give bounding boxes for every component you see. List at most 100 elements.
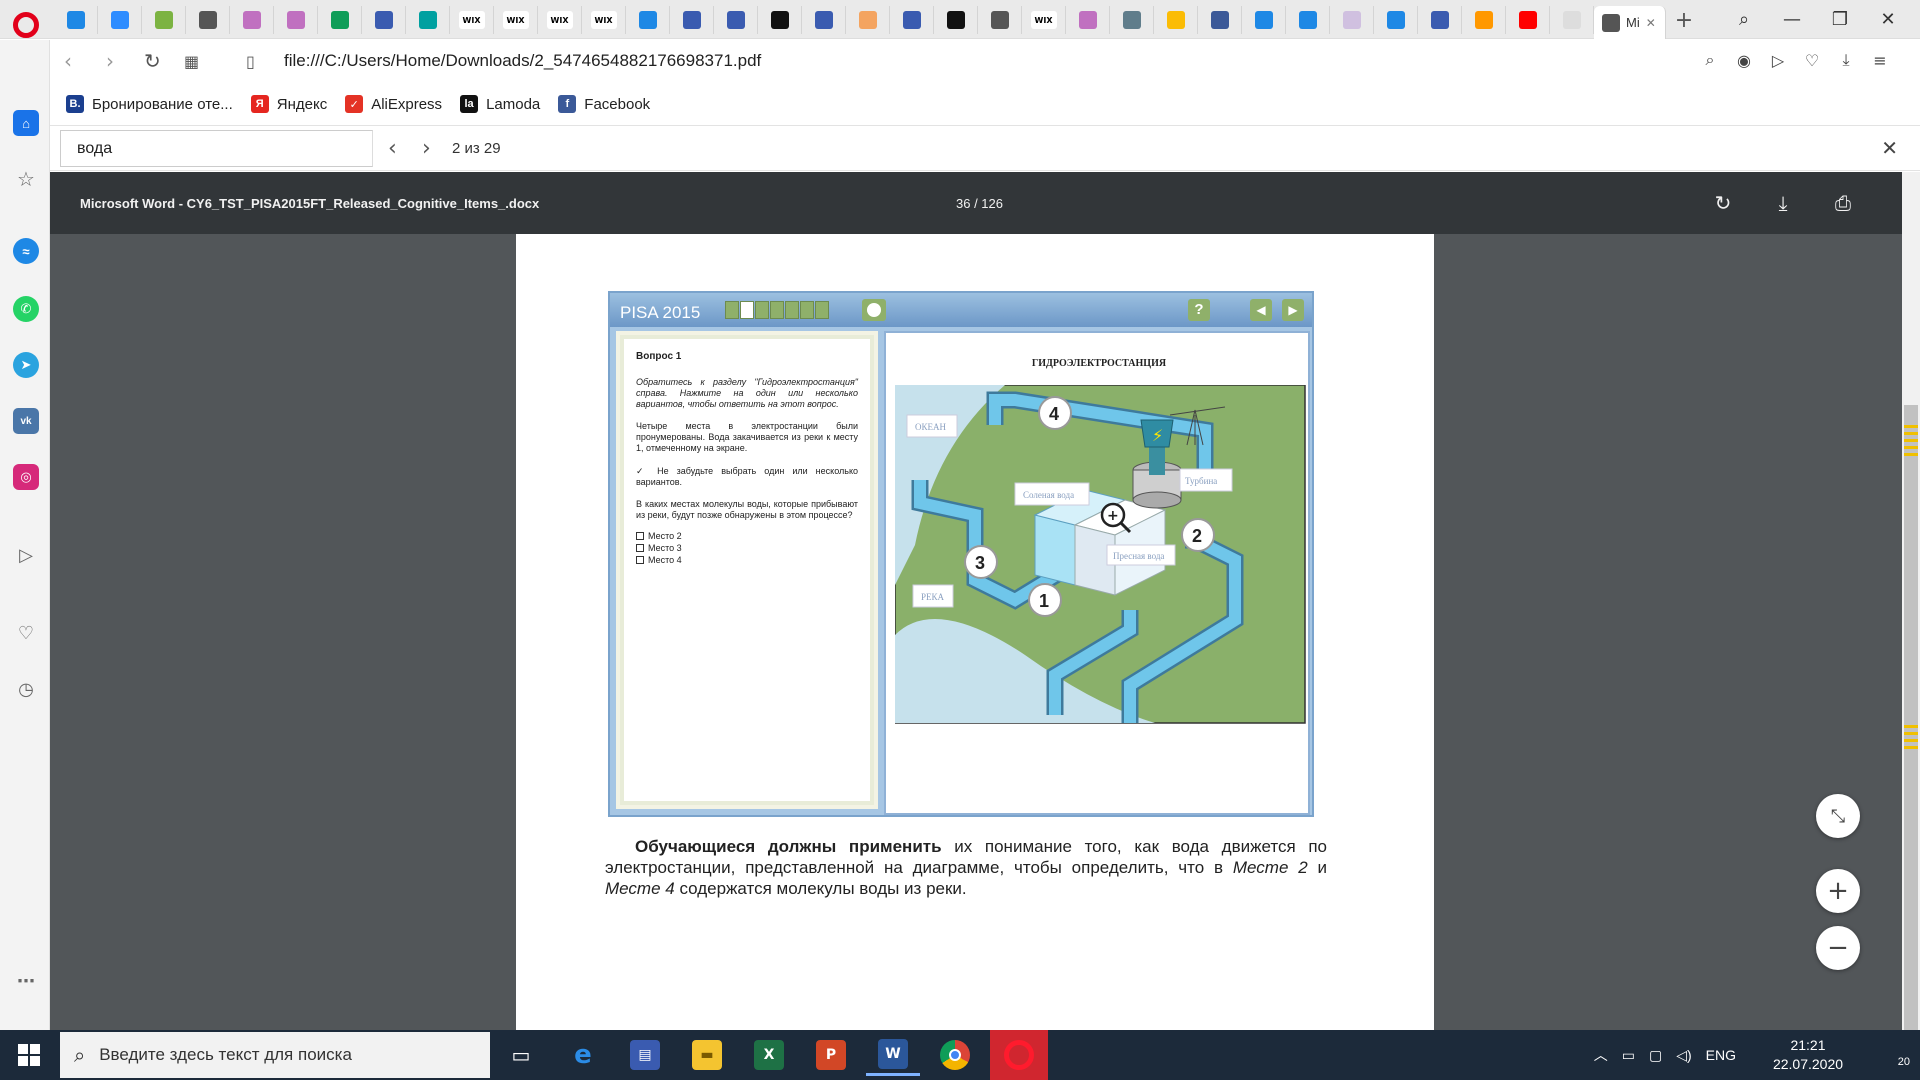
zoom-in-button[interactable]: + — [1816, 869, 1860, 913]
taskbar-app[interactable]: X — [742, 1034, 796, 1076]
browser-tab[interactable]: ✕ — [98, 6, 142, 34]
browser-tab[interactable]: ✕ — [406, 6, 450, 34]
network-icon[interactable]: ▢ — [1649, 1047, 1662, 1064]
new-tab-button[interactable]: + — [1666, 8, 1702, 33]
browser-tab[interactable]: ✕ — [186, 6, 230, 34]
messenger-icon[interactable]: ≈ — [13, 238, 39, 264]
browser-tab[interactable]: WIX✕ — [582, 6, 626, 34]
checkbox[interactable] — [636, 555, 644, 564]
browser-tab[interactable]: ✕ — [978, 6, 1022, 34]
taskbar-search[interactable]: ⌕ Введите здесь текст для поиска — [60, 1032, 490, 1078]
scrollbar-thumb[interactable] — [1904, 405, 1918, 1030]
browser-tab[interactable]: ✕ — [934, 6, 978, 34]
bookmark-item[interactable]: f Facebook — [558, 95, 650, 113]
forward-icon[interactable]: › — [106, 49, 114, 73]
browser-tab[interactable]: ✕ — [1110, 6, 1154, 34]
menu-icon[interactable]: ≡ — [1870, 50, 1890, 70]
telegram-icon[interactable]: ➤ — [13, 352, 39, 378]
more-icon[interactable]: ⋯ — [13, 968, 39, 994]
next-arrow-icon[interactable]: ▶ — [1282, 299, 1304, 321]
taskbar-app[interactable]: ▤ — [618, 1034, 672, 1076]
bookmark-item[interactable]: ✓ AliExpress — [345, 95, 442, 113]
browser-tab[interactable]: ✕ — [274, 6, 318, 34]
share-icon[interactable]: ▷ — [1768, 50, 1788, 70]
find-prev-icon[interactable]: ‹ — [388, 136, 397, 161]
print-icon[interactable]: ⎙ — [1830, 190, 1856, 216]
browser-tab[interactable]: ✕ — [1198, 6, 1242, 34]
find-input[interactable] — [60, 130, 373, 167]
taskbar-app[interactable]: ▬ — [680, 1034, 734, 1076]
heart-icon[interactable]: ♡ — [13, 620, 39, 646]
download-icon[interactable]: ⤓ — [1836, 50, 1856, 70]
browser-tab[interactable]: ✕ — [1506, 6, 1550, 34]
star-icon[interactable]: ☆ — [13, 166, 39, 192]
speed-dial-icon[interactable]: ▦ — [184, 52, 199, 71]
windows-start-button[interactable] — [0, 1030, 58, 1080]
prev-arrow-icon[interactable]: ◀ — [1250, 299, 1272, 321]
minimize-button[interactable]: — — [1768, 9, 1816, 30]
taskbar-app-active[interactable] — [990, 1030, 1048, 1080]
browser-tab[interactable]: ✕ — [1154, 6, 1198, 34]
browser-tab[interactable]: ✕ — [1418, 6, 1462, 34]
option-place-2[interactable]: Место 2 — [636, 531, 858, 542]
browser-tab[interactable]: ✕ — [1550, 6, 1594, 34]
find-next-icon[interactable]: › — [422, 136, 431, 161]
back-icon[interactable]: ‹ — [64, 49, 72, 73]
close-window-button[interactable]: ✕ — [1864, 9, 1912, 30]
checkbox[interactable] — [636, 532, 644, 541]
browser-tab[interactable]: ✕ — [1330, 6, 1374, 34]
search-icon[interactable]: ⌕ — [1700, 50, 1720, 70]
browser-tab[interactable]: WIX✕ — [1022, 6, 1066, 34]
find-close-icon[interactable]: ✕ — [1881, 136, 1898, 160]
taskbar-app[interactable]: W — [866, 1034, 920, 1076]
option-place-3[interactable]: Место 3 — [636, 543, 858, 554]
browser-tab[interactable]: ✕ — [758, 6, 802, 34]
option-place-4[interactable]: Место 4 — [636, 555, 858, 566]
browser-tab[interactable]: ✕ — [846, 6, 890, 34]
opera-menu-button[interactable] — [13, 12, 39, 38]
volume-icon[interactable]: ◁) — [1676, 1047, 1691, 1064]
browser-tab[interactable]: ✕ — [890, 6, 934, 34]
send-icon[interactable]: ▷ — [13, 542, 39, 568]
url-field[interactable]: file:///C:/Users/Home/Downloads/2_547465… — [284, 51, 761, 71]
browser-tab[interactable]: WIX✕ — [494, 6, 538, 34]
browser-tab[interactable]: ✕ — [802, 6, 846, 34]
history-icon[interactable]: ◷ — [13, 676, 39, 702]
browser-tab[interactable]: ✕ — [1066, 6, 1110, 34]
close-tab-icon[interactable]: ✕ — [1646, 16, 1656, 30]
reload-icon[interactable]: ↻ — [144, 49, 161, 73]
vk-icon[interactable]: vk — [13, 408, 39, 434]
camera-icon[interactable]: ◉ — [1734, 50, 1754, 70]
bookmark-item[interactable]: Я Яндекс — [250, 95, 327, 113]
clock[interactable]: 21:21 22.07.2020 — [1768, 1036, 1848, 1074]
bookmark-item[interactable]: B. Бронирование оте... — [66, 95, 233, 113]
home-icon[interactable]: ⌂ — [13, 110, 39, 136]
browser-tab[interactable]: ✕ — [714, 6, 758, 34]
pdf-download-icon[interactable]: ⤓ — [1770, 190, 1796, 216]
language-indicator[interactable]: ENG — [1706, 1047, 1736, 1063]
tab-search-icon[interactable]: ⌕ — [1720, 9, 1768, 30]
task-view-button[interactable]: ▭ — [494, 1034, 548, 1076]
browser-tab[interactable]: ✕ — [54, 6, 98, 34]
rotate-icon[interactable]: ↻ — [1710, 190, 1736, 216]
browser-tab[interactable]: ✕ — [670, 6, 714, 34]
browser-tab[interactable]: ✕ — [626, 6, 670, 34]
tray-chevron-icon[interactable]: ︿ — [1594, 1045, 1608, 1065]
fit-page-button[interactable]: ⤡ — [1816, 794, 1860, 838]
browser-tab[interactable]: ✕ — [1462, 6, 1506, 34]
instagram-icon[interactable]: ◎ — [13, 464, 39, 490]
browser-tab[interactable]: WIX✕ — [450, 6, 494, 34]
taskbar-app[interactable]: P — [804, 1034, 858, 1076]
zoom-out-button[interactable]: − — [1816, 926, 1860, 970]
maximize-button[interactable]: ❐ — [1816, 9, 1864, 30]
active-browser-tab[interactable]: Mi ✕ — [1594, 6, 1666, 39]
browser-tab[interactable]: ✕ — [1242, 6, 1286, 34]
browser-tab[interactable]: ✕ — [1286, 6, 1330, 34]
browser-tab[interactable]: ✕ — [1374, 6, 1418, 34]
notification-center-icon[interactable]: 20 — [1882, 1042, 1910, 1068]
taskbar-app[interactable]: e — [556, 1034, 610, 1076]
bookmark-heart-icon[interactable]: ♡ — [1802, 50, 1822, 70]
browser-tab[interactable]: ✕ — [230, 6, 274, 34]
browser-tab[interactable]: ✕ — [318, 6, 362, 34]
browser-tab[interactable]: ✕ — [362, 6, 406, 34]
